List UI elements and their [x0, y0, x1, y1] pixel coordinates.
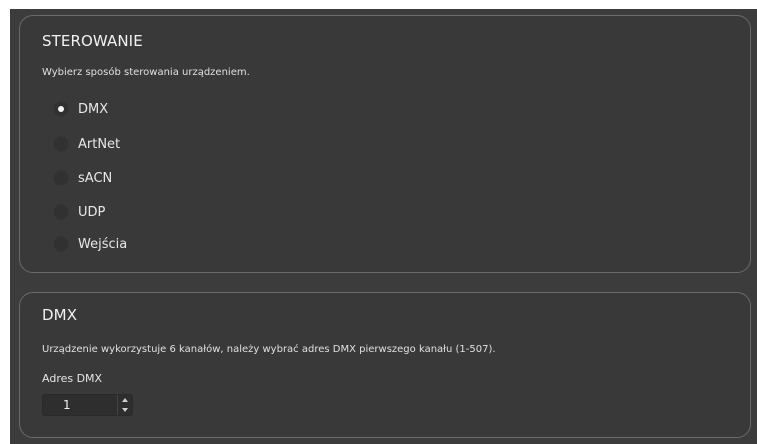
dmx-address-spinbox[interactable]: 1: [42, 394, 133, 416]
dmx-address-value[interactable]: 1: [63, 398, 71, 412]
radio-option-dmx[interactable]: DMX: [53, 99, 108, 119]
radio-label-inputs: Wejścia: [78, 236, 128, 252]
radio-option-sacn[interactable]: sACN: [53, 168, 112, 188]
dmx-panel: DMX Urządzenie wykorzystuje 6 kanałów, n…: [19, 292, 751, 438]
radio-button[interactable]: [53, 170, 69, 186]
decrement-button[interactable]: [118, 405, 132, 415]
radio-button[interactable]: [53, 136, 69, 152]
radio-label-artnet: ArtNet: [78, 136, 121, 152]
dmx-title: DMX: [42, 306, 78, 324]
radio-option-inputs[interactable]: Wejścia: [53, 234, 127, 254]
increment-button[interactable]: [118, 395, 132, 405]
radio-button[interactable]: [53, 204, 69, 220]
chevron-down-icon: [122, 408, 128, 412]
dmx-address-label: Adres DMX: [42, 372, 103, 385]
control-description: Wybierz sposób sterowania urządzeniem.: [42, 67, 250, 78]
radio-option-artnet[interactable]: ArtNet: [53, 134, 120, 154]
radio-button[interactable]: [53, 236, 69, 252]
radio-option-udp[interactable]: UDP: [53, 202, 105, 222]
control-title: STEROWANIE: [42, 32, 143, 50]
radio-label-dmx: DMX: [78, 101, 109, 117]
dmx-description: Urządzenie wykorzystuje 6 kanałów, należ…: [42, 344, 496, 355]
chevron-up-icon: [122, 398, 128, 402]
radio-label-udp: UDP: [78, 204, 106, 220]
spinbox-buttons: [117, 395, 132, 415]
radio-button-checked[interactable]: [53, 101, 69, 117]
control-panel: STEROWANIE Wybierz sposób sterowania urz…: [19, 15, 751, 273]
radio-label-sacn: sACN: [78, 170, 113, 186]
